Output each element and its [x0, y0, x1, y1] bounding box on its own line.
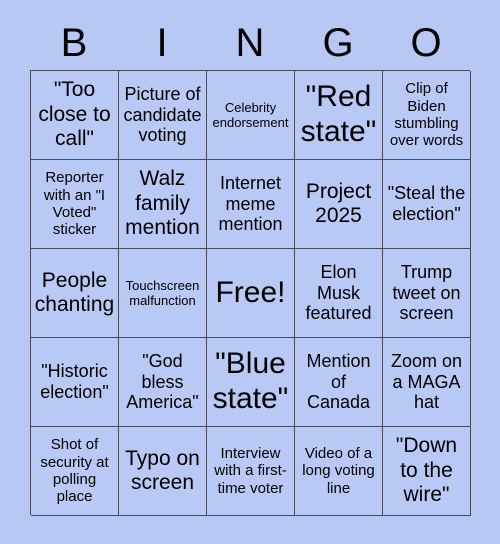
bingo-cell-r1-c3[interactable]: Celebrity endorsement — [207, 71, 295, 160]
bingo-cell-r5-c3[interactable]: Interview with a first-time voter — [207, 427, 295, 516]
bingo-header-letter-g: G — [322, 21, 354, 65]
bingo-cell-label: Zoom on a MAGA hat — [390, 350, 463, 413]
bingo-header-letter-b: B — [60, 21, 88, 65]
bingo-cell-label: Celebrity endorsement — [212, 99, 289, 130]
bingo-cell-r4-c4[interactable]: Mention of Canada — [295, 338, 383, 427]
bingo-cell-r5-c4[interactable]: Video of a long voting line — [295, 427, 383, 516]
bingo-cell-label: Interview with a first-time voter — [214, 444, 287, 497]
bingo-cell-label: Project 2025 — [305, 179, 372, 227]
bingo-cell-r5-c1[interactable]: Shot of security at polling place — [31, 427, 119, 516]
bingo-cell-label: Typo on screen — [125, 446, 200, 494]
bingo-cell-r4-c5[interactable]: Zoom on a MAGA hat — [383, 338, 471, 427]
bingo-cell-r2-c1[interactable]: Reporter with an "I Voted" sticker — [31, 160, 119, 249]
bingo-cell-label: Elon Musk featured — [305, 261, 372, 324]
bingo-cell-r2-c3[interactable]: Internet meme mention — [207, 160, 295, 249]
bingo-cell-label: Walz family mention — [125, 167, 200, 240]
bingo-cell-label: Picture of candidate voting — [123, 83, 202, 146]
bingo-card: B I N G O "Too close to call" Picture of cand… — [0, 0, 500, 544]
bingo-cell-r1-c5[interactable]: Clip of Biden stumbling over words — [383, 71, 471, 160]
bingo-cell-r5-c2[interactable]: Typo on screen — [119, 427, 207, 516]
bingo-cell-label: Trump tweet on screen — [392, 261, 461, 324]
bingo-cell-r5-c5[interactable]: "Down to the wire" — [383, 427, 471, 516]
bingo-cell-label: Clip of Biden stumbling over words — [389, 80, 464, 150]
bingo-cell-label: "Historic election" — [40, 361, 109, 402]
bingo-cell-label: Mention of Canada — [306, 350, 371, 413]
bingo-cell-r4-c1[interactable]: "Historic election" — [31, 338, 119, 427]
bingo-header-letter-n: N — [235, 21, 265, 65]
bingo-cell-label: "God bless America" — [126, 350, 199, 413]
bingo-cell-r3-c2[interactable]: Touchscreen malfunction — [119, 249, 207, 338]
bingo-cell-r3-c3[interactable]: Free! — [207, 249, 295, 338]
bingo-cell-label: Free! — [215, 275, 286, 309]
bingo-cell-label: Reporter with an "I Voted" sticker — [43, 169, 106, 239]
bingo-cell-r3-c4[interactable]: Elon Musk featured — [295, 249, 383, 338]
bingo-grid: "Too close to call" Picture of candidate … — [30, 70, 471, 516]
bingo-header-letter-i: I — [156, 21, 168, 65]
bingo-cell-label: Video of a long voting line — [302, 444, 375, 497]
bingo-cell-r2-c5[interactable]: "Steal the election" — [383, 160, 471, 249]
bingo-cell-label: "Steal the election" — [387, 183, 466, 224]
bingo-cell-r2-c4[interactable]: Project 2025 — [295, 160, 383, 249]
bingo-cell-r1-c2[interactable]: Picture of candidate voting — [119, 71, 207, 160]
bingo-cell-r3-c1[interactable]: People chanting — [31, 249, 119, 338]
bingo-cell-label: Touchscreen malfunction — [125, 277, 200, 308]
bingo-cell-label: "Red state" — [300, 80, 377, 148]
bingo-cell-label: Internet meme mention — [218, 172, 283, 235]
bingo-cell-label: "Too close to call" — [38, 78, 111, 151]
bingo-header-letter-o: O — [410, 21, 442, 65]
bingo-cell-label: "Blue state" — [212, 347, 289, 415]
bingo-cell-r4-c3[interactable]: "Blue state" — [207, 338, 295, 427]
bingo-cell-label: Shot of security at polling place — [40, 436, 109, 506]
bingo-cell-r3-c5[interactable]: Trump tweet on screen — [383, 249, 471, 338]
bingo-cell-label: People chanting — [34, 268, 115, 316]
bingo-cell-r4-c2[interactable]: "God bless America" — [119, 338, 207, 427]
bingo-cell-label: "Down to the wire" — [395, 434, 458, 507]
bingo-cell-r2-c2[interactable]: Walz family mention — [119, 160, 207, 249]
bingo-cell-r1-c4[interactable]: "Red state" — [295, 71, 383, 160]
bingo-cell-r1-c1[interactable]: "Too close to call" — [31, 71, 119, 160]
bingo-header-row: BINGO — [30, 16, 470, 70]
